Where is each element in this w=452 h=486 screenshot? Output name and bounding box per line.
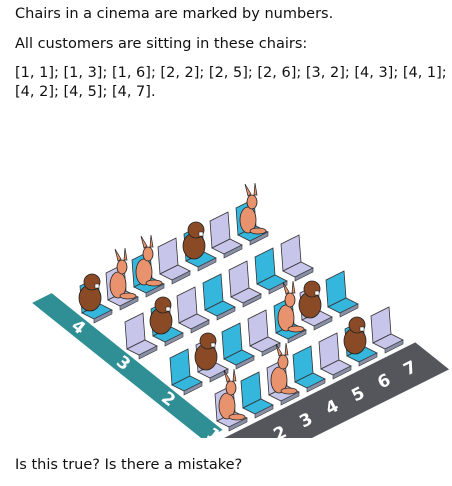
seat — [370, 306, 404, 354]
customers-line: All customers are sitting in these chair… — [15, 36, 308, 52]
beaver-figure — [182, 221, 206, 260]
seat — [280, 234, 314, 282]
seat — [325, 270, 359, 318]
beaver-figure — [149, 296, 173, 335]
kangaroo-figure — [218, 368, 246, 421]
intro-line: Chairs in a cinema are marked by numbers… — [15, 6, 334, 22]
beaver-figure — [298, 280, 322, 319]
kangaroo-figure — [270, 342, 298, 395]
cinema-seating-illustration: 12341234567 — [32, 182, 450, 438]
kangaroo-figure — [135, 234, 163, 287]
beaver-figure — [194, 332, 218, 371]
seat — [235, 182, 269, 246]
seat-list-line-1: [1, 1]; [1, 3]; [1, 6]; [2, 2]; [2, 5]; … — [15, 65, 447, 81]
beaver-figure — [78, 273, 102, 312]
question-line: Is this true? Is there a mistake? — [15, 457, 243, 473]
kangaroo-figure — [239, 182, 267, 235]
kangaroo-figure — [109, 247, 137, 300]
seat-list-line-2: [4, 2]; [4, 5]; [4, 7]. — [15, 84, 156, 100]
beaver-figure — [343, 316, 367, 355]
